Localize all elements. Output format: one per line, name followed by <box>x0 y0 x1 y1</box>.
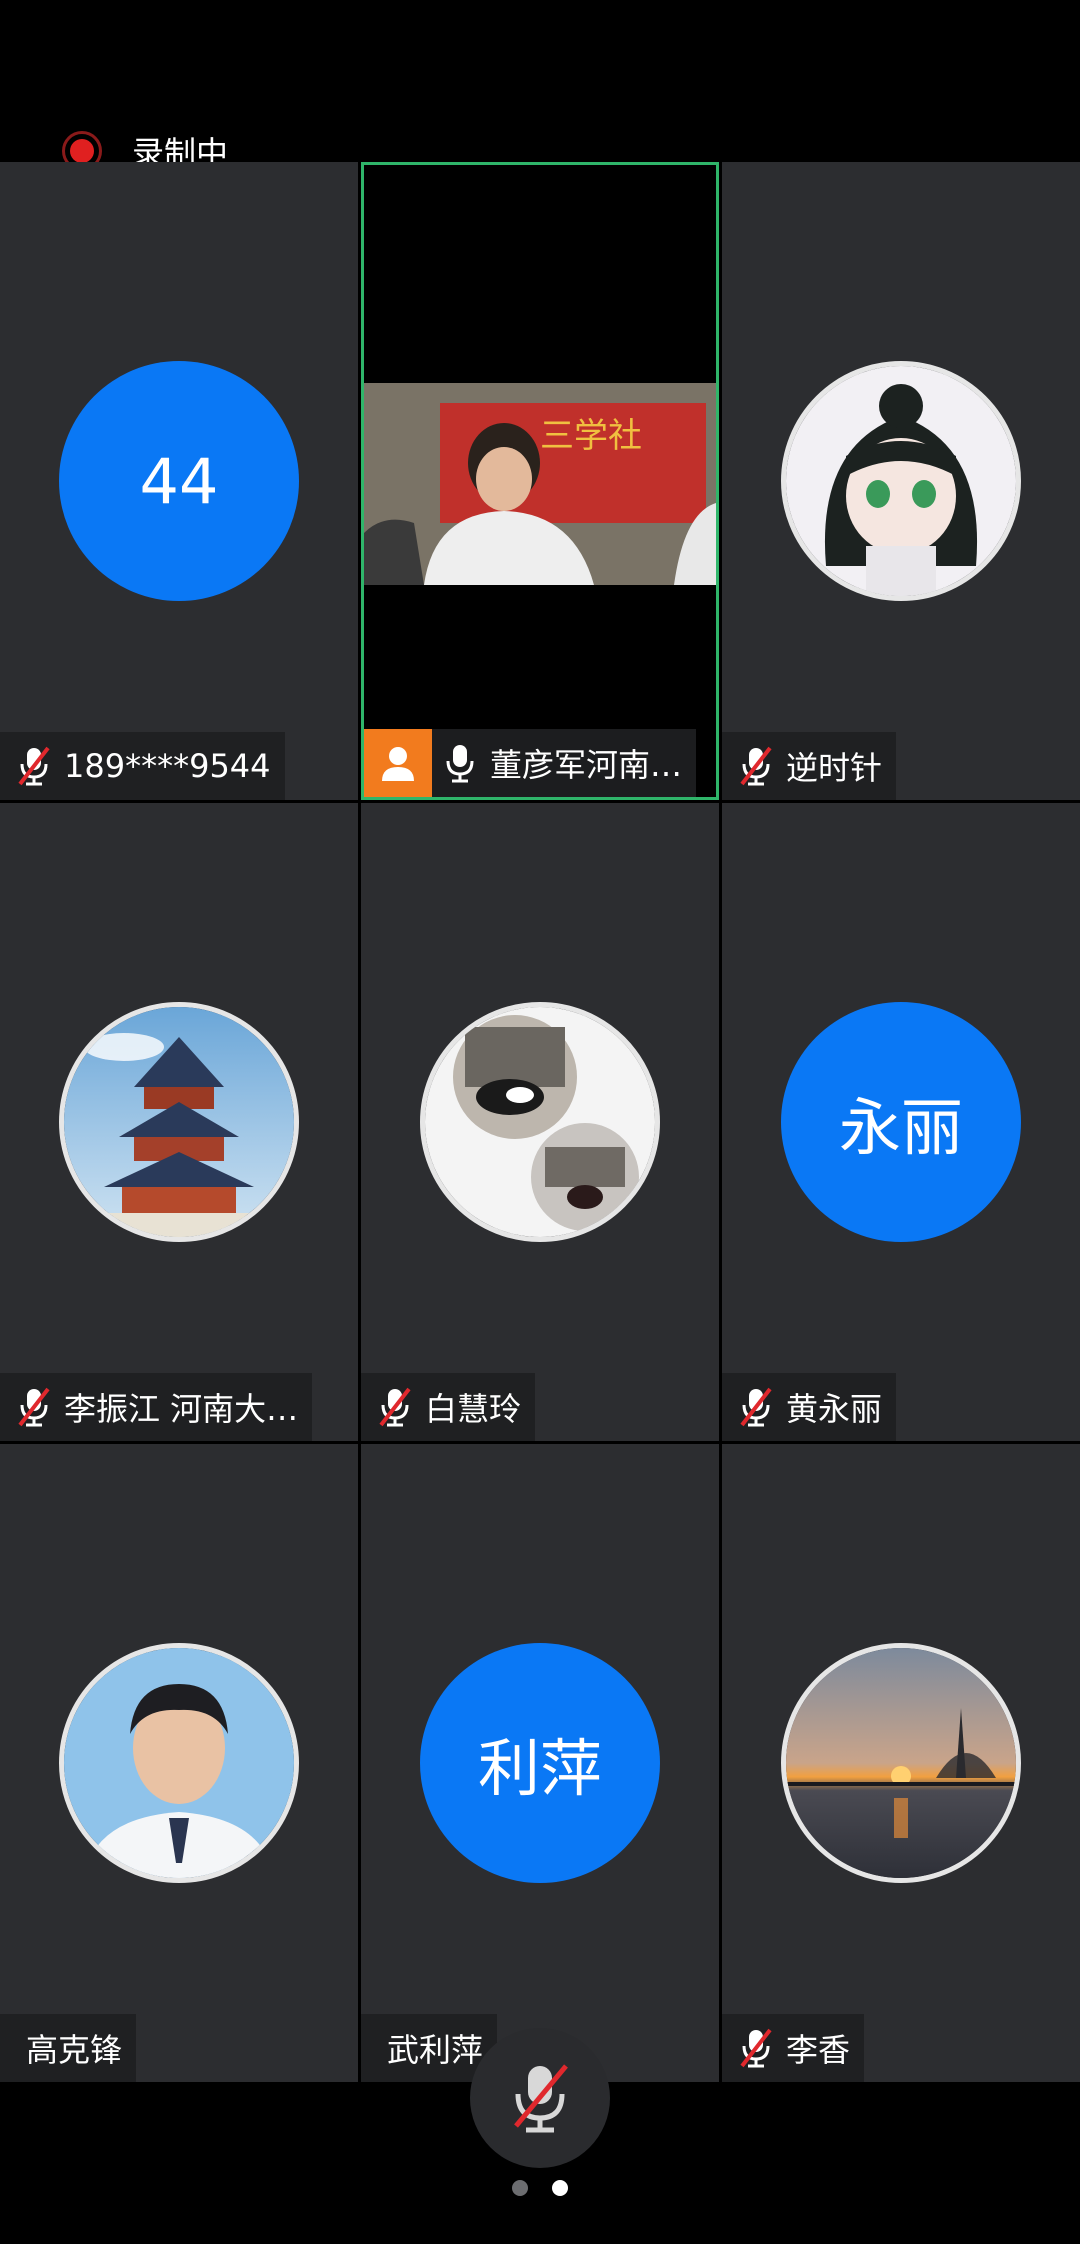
video-frame: 三学社 <box>364 383 716 585</box>
name-bar: 高克锋 <box>0 2014 137 2082</box>
avatar <box>781 1643 1021 1883</box>
avatar <box>781 361 1021 601</box>
name-bar: 李振江 河南大… <box>0 1373 313 1441</box>
name-bar: 董彦军河南… <box>364 729 697 797</box>
participant-tile-speaking[interactable]: 三学社 董彦军河南… <box>361 162 719 800</box>
name-bar: 189****9544 <box>0 732 285 800</box>
avatar <box>59 1002 299 1242</box>
dog-avatar-image <box>425 1007 655 1237</box>
name-bar: 李香 <box>722 2014 865 2082</box>
mic-muted-icon <box>18 746 50 786</box>
temple-avatar-image <box>64 1007 294 1237</box>
page-indicator <box>0 2180 1080 2196</box>
avatar <box>420 1002 660 1242</box>
participant-tile[interactable]: 高克锋 <box>0 1444 358 2082</box>
participant-tile[interactable]: 白慧玲 <box>361 803 719 1441</box>
mic-muted-icon <box>740 746 772 786</box>
participant-tile[interactable]: 利萍 武利萍 <box>361 1444 719 2082</box>
avatar: 44 <box>59 361 299 601</box>
avatar-initials: 44 <box>139 444 219 518</box>
host-badge-icon <box>364 729 432 797</box>
participant-name: 白慧玲 <box>425 1390 522 1428</box>
participant-tile[interactable]: 永丽 黄永丽 <box>722 803 1080 1441</box>
participant-name: 武利萍 <box>387 2031 484 2069</box>
participant-name: 李振江 河南大… <box>64 1390 299 1428</box>
anime-avatar-image <box>786 366 1016 596</box>
mic-muted-icon <box>740 2028 772 2068</box>
name-bar: 逆时针 <box>722 732 897 800</box>
participant-tile[interactable]: 逆时针 <box>722 162 1080 800</box>
participant-name: 189****9544 <box>64 747 271 785</box>
avatar: 永丽 <box>781 1002 1021 1242</box>
mic-muted-icon <box>18 1387 50 1427</box>
name-bar: 黄永丽 <box>722 1373 897 1441</box>
page-dot[interactable] <box>512 2180 528 2196</box>
participant-name: 高克锋 <box>26 2031 123 2069</box>
participant-tile[interactable]: 44 189****9544 <box>0 162 358 800</box>
avatar-initials: 永丽 <box>838 1091 963 1164</box>
participant-name: 董彦军河南… <box>490 746 683 784</box>
mic-icon <box>446 745 474 783</box>
mute-toggle-button[interactable] <box>470 2028 610 2168</box>
sunset-avatar-image <box>786 1648 1016 1878</box>
mic-muted-icon <box>740 1387 772 1427</box>
participant-name: 逆时针 <box>786 749 883 787</box>
avatar <box>59 1643 299 1883</box>
participant-name: 黄永丽 <box>786 1390 883 1428</box>
avatar-initials: 利萍 <box>477 1732 602 1805</box>
participant-tile[interactable]: 李香 <box>722 1444 1080 2082</box>
video-feed: 三学社 <box>364 383 716 585</box>
participant-name: 李香 <box>786 2031 851 2069</box>
name-bar: 白慧玲 <box>361 1373 536 1441</box>
participant-tile[interactable]: 李振江 河南大… <box>0 803 358 1441</box>
svg-text:三学社: 三学社 <box>540 416 642 456</box>
portrait-avatar-image <box>64 1648 294 1878</box>
avatar: 利萍 <box>420 1643 660 1883</box>
page-dot-active[interactable] <box>552 2180 568 2196</box>
mic-muted-icon <box>379 1387 411 1427</box>
mic-muted-icon <box>514 2064 568 2133</box>
